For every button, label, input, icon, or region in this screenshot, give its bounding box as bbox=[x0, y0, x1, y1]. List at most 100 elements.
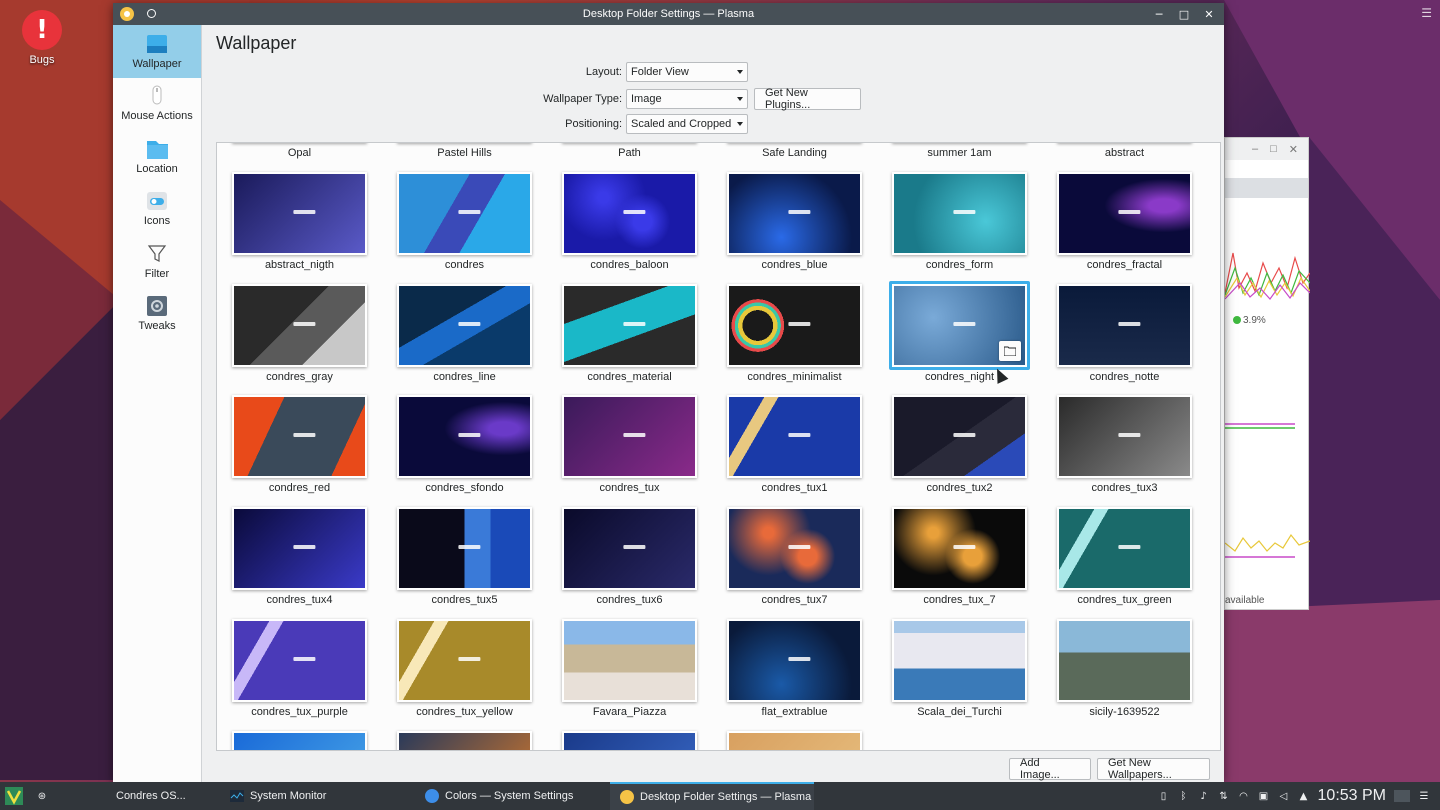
get-new-wallpapers-button[interactable]: Get New Wallpapers... bbox=[1097, 757, 1210, 781]
wallpaper-item[interactable]: sicily-1639522 bbox=[1057, 619, 1192, 731]
tray-expand-icon[interactable]: ▲ bbox=[1298, 790, 1310, 802]
wallpaper-item[interactable] bbox=[562, 730, 697, 750]
positioning-select[interactable]: Scaled and Cropped bbox=[626, 114, 748, 134]
wallpaper-thumbnail[interactable] bbox=[232, 507, 367, 591]
close-button[interactable]: ✕ bbox=[1201, 6, 1217, 22]
wallpaper-item[interactable]: Favara_Piazza bbox=[562, 619, 697, 731]
sidebar-item-icons[interactable]: Icons bbox=[113, 183, 201, 236]
show-desktop-button[interactable] bbox=[1394, 790, 1410, 802]
keep-above-icon[interactable] bbox=[147, 9, 156, 18]
wallpaper-thumbnail[interactable] bbox=[232, 142, 367, 143]
wallpaper-item[interactable]: condres_tux_purple bbox=[232, 619, 367, 731]
wallpaper-item[interactable]: condres_gray bbox=[232, 283, 367, 396]
sidebar-item-tweaks[interactable]: Tweaks bbox=[113, 288, 201, 341]
wallpaper-type-select[interactable]: Image bbox=[626, 89, 748, 109]
wallpaper-thumbnail[interactable] bbox=[892, 142, 1027, 143]
wallpaper-item[interactable]: condres_sfondo bbox=[397, 395, 532, 507]
wallpaper-item[interactable]: Path bbox=[562, 143, 697, 172]
wallpaper-item[interactable]: condres_material bbox=[562, 283, 697, 396]
wallpaper-item[interactable]: abstract bbox=[1057, 142, 1192, 172]
wallpaper-thumbnail[interactable] bbox=[727, 730, 862, 750]
wallpaper-item[interactable]: summer 1am bbox=[892, 142, 1027, 172]
desktop-icon-bugs[interactable]: ! Bugs bbox=[16, 8, 68, 66]
wallpaper-thumbnail[interactable] bbox=[397, 283, 532, 367]
wallpaper-item[interactable]: condres_tux_yellow bbox=[397, 619, 532, 731]
volume-icon[interactable]: ♪ bbox=[1198, 790, 1210, 802]
wallpaper-thumbnail[interactable] bbox=[562, 507, 697, 591]
plasma-app-icon[interactable] bbox=[120, 7, 134, 21]
wallpaper-thumbnail[interactable] bbox=[232, 395, 367, 479]
clipboard-icon[interactable]: ▯ bbox=[1158, 790, 1170, 802]
wallpaper-item[interactable]: condres_tux_green bbox=[1057, 507, 1192, 619]
add-image-button[interactable]: Add Image... bbox=[1009, 757, 1091, 781]
wallpaper-thumbnail[interactable] bbox=[727, 619, 862, 702]
wallpaper-item[interactable]: flat_extrablue bbox=[727, 619, 862, 731]
wallpaper-item[interactable]: Scala_dei_Turchi bbox=[892, 619, 1027, 731]
wallpaper-item[interactable]: condres_tux1 bbox=[727, 395, 862, 507]
window-titlebar[interactable]: Desktop Folder Settings — Plasma ─ □ ✕ bbox=[113, 3, 1224, 25]
wallpaper-thumbnail[interactable] bbox=[232, 730, 367, 750]
wallpaper-thumbnail[interactable] bbox=[562, 283, 697, 367]
wallpaper-thumbnail[interactable] bbox=[397, 395, 532, 479]
maximize-button[interactable]: □ bbox=[1176, 6, 1192, 22]
wallpaper-thumbnail[interactable] bbox=[1057, 619, 1192, 702]
wallpaper-thumbnail[interactable] bbox=[892, 507, 1027, 591]
wallpaper-item[interactable]: Pastel Hills bbox=[397, 142, 532, 172]
wallpaper-thumbnail[interactable] bbox=[232, 283, 367, 367]
wallpaper-thumbnail[interactable] bbox=[562, 395, 697, 479]
wallpaper-thumbnail[interactable] bbox=[892, 395, 1027, 479]
wallpaper-item[interactable]: abstract_nigth bbox=[232, 171, 367, 284]
wallpaper-item[interactable] bbox=[727, 730, 862, 750]
wallpaper-thumbnail[interactable] bbox=[727, 283, 862, 367]
minimize-button[interactable]: ─ bbox=[1151, 6, 1167, 22]
wallpaper-item[interactable] bbox=[397, 730, 532, 750]
wallpaper-thumbnail[interactable] bbox=[892, 619, 1027, 702]
wallpaper-item[interactable]: condres_tux3 bbox=[1057, 395, 1192, 507]
bluetooth-icon[interactable]: ᛒ bbox=[1178, 790, 1190, 802]
wallpaper-thumbnail[interactable] bbox=[1057, 142, 1192, 143]
wallpaper-thumbnail[interactable] bbox=[562, 171, 697, 255]
settings-window[interactable]: Desktop Folder Settings — Plasma ─ □ ✕ W… bbox=[113, 3, 1224, 782]
wallpaper-item[interactable]: condres_form bbox=[892, 171, 1027, 284]
wallpaper-item[interactable]: condres_notte bbox=[1057, 283, 1192, 396]
task-condres[interactable]: ⊛ Condres OS... bbox=[36, 782, 186, 810]
wallpaper-item[interactable]: condres_red bbox=[232, 395, 367, 507]
wallpaper-item[interactable] bbox=[232, 730, 367, 750]
wallpaper-item[interactable]: condres_tux6 bbox=[562, 507, 697, 619]
wallpaper-thumbnail[interactable] bbox=[562, 730, 697, 750]
wallpaper-item[interactable]: condres_tux5 bbox=[397, 507, 532, 619]
wifi-icon[interactable]: ◠ bbox=[1238, 790, 1250, 802]
close-icon[interactable]: ✕ bbox=[1289, 143, 1298, 156]
wallpaper-thumbnail[interactable] bbox=[232, 171, 367, 255]
wallpaper-thumbnail[interactable] bbox=[562, 619, 697, 702]
wallpaper-item[interactable]: condres bbox=[397, 171, 532, 284]
wallpaper-thumbnail[interactable] bbox=[1057, 507, 1192, 591]
wallpaper-thumbnail[interactable] bbox=[1057, 171, 1192, 255]
wallpaper-item[interactable]: condres_line bbox=[397, 283, 532, 396]
wallpaper-thumbnail[interactable] bbox=[727, 507, 862, 591]
wallpaper-item[interactable]: condres_blue bbox=[727, 171, 862, 284]
sidebar-item-wallpaper[interactable]: Wallpaper bbox=[113, 25, 201, 78]
wallpaper-item[interactable]: condres_tux2 bbox=[892, 395, 1027, 507]
wallpaper-grid[interactable]: Opal Pastel Hills Path Safe Landing summer 1… bbox=[216, 142, 1221, 751]
wallpaper-item[interactable]: condres_tux7 bbox=[727, 507, 862, 619]
wallpaper-thumbnail[interactable] bbox=[727, 171, 862, 255]
maximize-icon[interactable]: □ bbox=[1270, 143, 1277, 155]
audio-icon[interactable]: ◁ bbox=[1278, 790, 1290, 802]
wallpaper-item[interactable]: condres_baloon bbox=[562, 171, 697, 284]
wallpaper-thumbnail[interactable] bbox=[397, 619, 532, 702]
background-window[interactable]: – □ ✕ 3.9% available bbox=[1224, 137, 1310, 610]
wallpaper-thumbnail[interactable] bbox=[397, 730, 532, 750]
task-system-monitor[interactable]: System Monitor bbox=[230, 782, 326, 810]
clock[interactable]: 10:53 PM bbox=[1318, 787, 1386, 805]
wallpaper-thumbnail[interactable] bbox=[1057, 395, 1192, 479]
network-icon[interactable]: ⇅ bbox=[1218, 790, 1230, 802]
wallpaper-thumbnail[interactable] bbox=[892, 171, 1027, 255]
wallpaper-item[interactable]: Safe Landing bbox=[727, 143, 862, 172]
wallpaper-item[interactable]: condres_tux4 bbox=[232, 507, 367, 619]
sidebar-item-filter[interactable]: Filter bbox=[113, 235, 201, 288]
wallpaper-thumbnail[interactable] bbox=[397, 142, 532, 143]
sidebar-item-mouse-actions[interactable]: Mouse Actions bbox=[113, 78, 201, 131]
wallpaper-thumbnail[interactable] bbox=[397, 171, 532, 255]
desktop-menu-icon[interactable]: ☰ bbox=[1418, 790, 1430, 802]
